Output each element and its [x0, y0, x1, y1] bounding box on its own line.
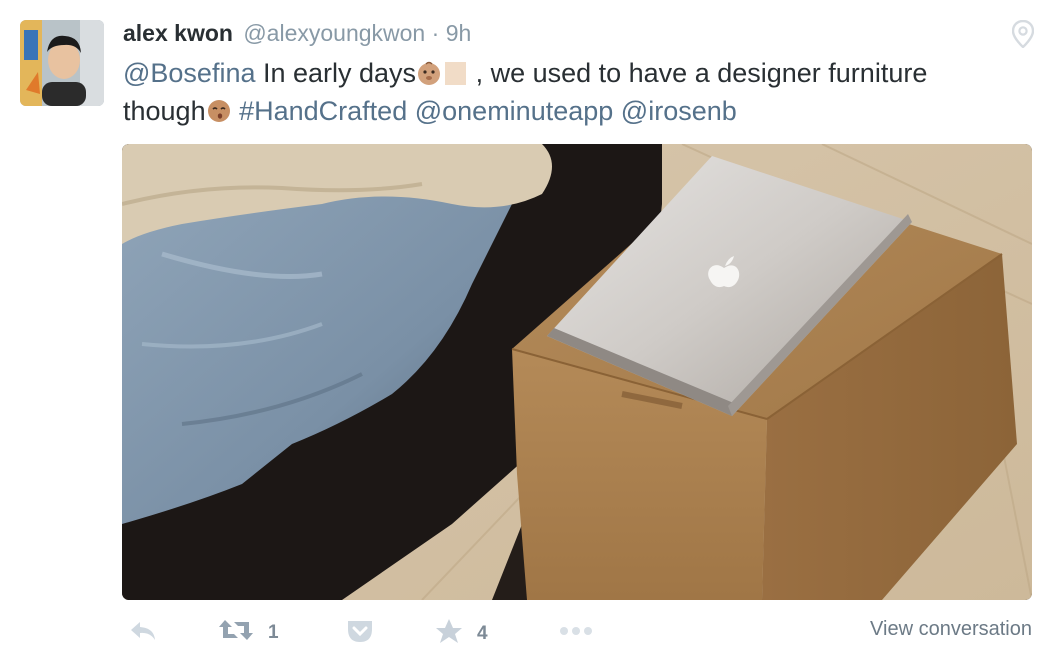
- retweet-button[interactable]: 1: [218, 618, 279, 647]
- reply-button[interactable]: [128, 618, 158, 649]
- missing-glyph-box-icon: [442, 58, 468, 85]
- mention-oneminuteapp[interactable]: @oneminuteapp: [415, 96, 614, 126]
- tweet-timestamp[interactable]: 9h: [446, 20, 472, 46]
- ellipsis-icon: [558, 624, 594, 642]
- author-name[interactable]: alex kwon: [123, 20, 233, 46]
- separator: ·: [431, 20, 440, 46]
- avatar-photo: [20, 20, 104, 106]
- tweet-text-segment: though: [123, 96, 206, 126]
- retweet-count: 1: [268, 621, 279, 643]
- tweet-text-segment: In early days: [255, 58, 417, 88]
- pocket-icon: [345, 618, 375, 649]
- mention-irosenb[interactable]: @irosenb: [621, 96, 737, 126]
- pocket-button[interactable]: [345, 618, 375, 649]
- reply-icon: [128, 618, 158, 649]
- author-handle[interactable]: @alexyoungkwon: [243, 20, 425, 46]
- favorite-button[interactable]: 4: [435, 618, 488, 649]
- tweet-media-photo[interactable]: [122, 144, 1032, 600]
- tweet-text-segment: , we used to have a designer furniture: [468, 58, 928, 88]
- baby-face-emoji-icon: [416, 58, 442, 85]
- tweet-text: @Bosefina In early days , we used to hav…: [123, 54, 1023, 130]
- star-icon: [435, 618, 463, 649]
- tweet-header: alex kwon @alexyoungkwon · 9h: [123, 18, 471, 48]
- avatar[interactable]: [20, 20, 104, 106]
- favorite-count: 4: [477, 622, 488, 644]
- more-button[interactable]: [558, 624, 594, 642]
- location-pin-icon[interactable]: [1011, 19, 1035, 49]
- view-conversation-link[interactable]: View conversation: [870, 618, 1032, 641]
- retweet-icon: [218, 618, 254, 647]
- hashtag-handcrafted[interactable]: #HandCrafted: [239, 96, 407, 126]
- tweet-actions: 1 4 View conversation: [0, 610, 1040, 660]
- mention-bosefina[interactable]: @Bosefina: [123, 58, 255, 88]
- kissing-face-emoji-icon: [206, 96, 232, 122]
